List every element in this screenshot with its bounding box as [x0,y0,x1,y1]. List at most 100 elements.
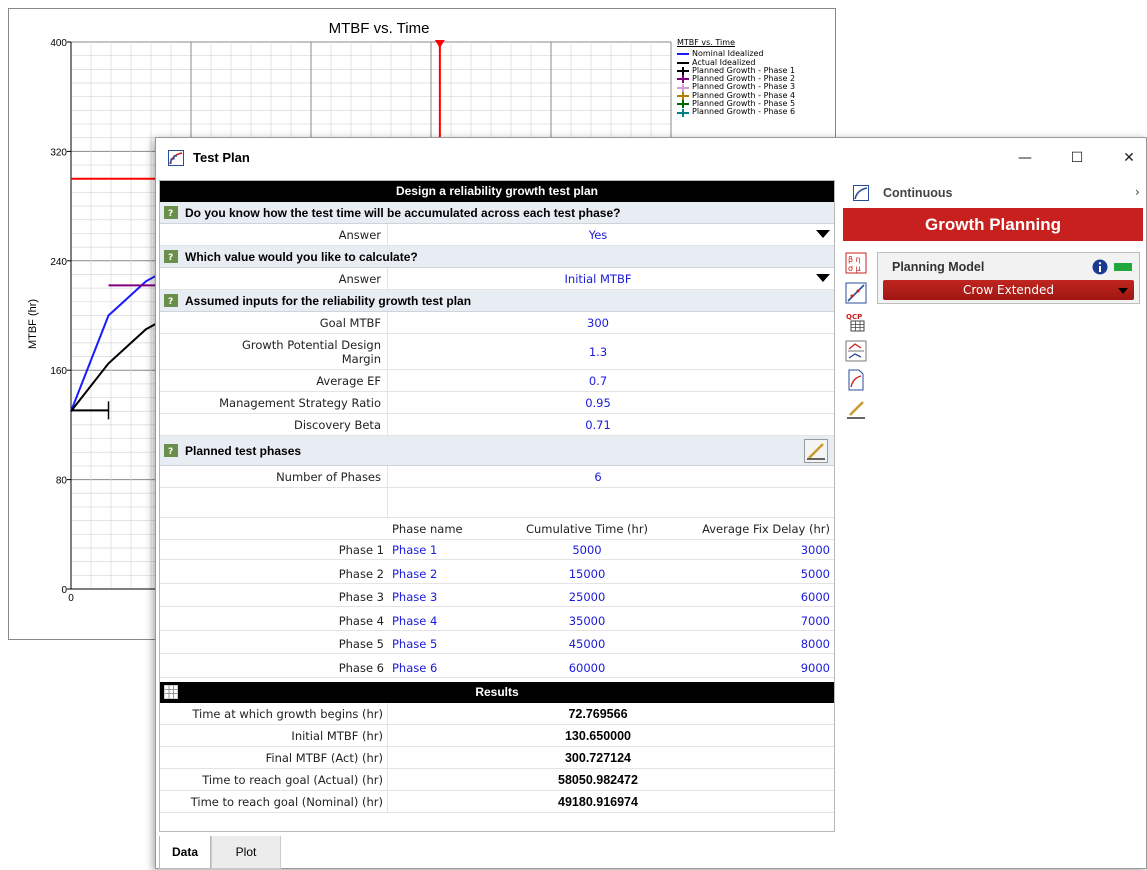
tab-data[interactable]: Data [159,836,211,869]
close-button[interactable]: ✕ [1112,146,1146,170]
result-value: 49180.916974 [558,794,638,809]
y-tick-label: 400 [50,38,67,49]
mode-header[interactable]: Continuous › [843,180,1143,208]
answer-label: Answer [160,268,388,289]
phase-name-cell[interactable]: Phase 6 [392,661,502,675]
chevron-down-icon[interactable] [1118,288,1128,294]
answer-test-time-select[interactable]: Yes [388,224,808,245]
y-tick-label: 80 [56,476,68,487]
grid-header: Design a reliability growth test plan [160,181,834,202]
fix-delay-cell[interactable]: 7000 [672,614,834,628]
planning-model-select[interactable]: Crow Extended [883,280,1134,300]
cumulative-time-cell[interactable]: 45000 [502,637,672,651]
growth-planning-banner: Growth Planning [843,208,1143,241]
legend-swatch [677,75,689,84]
result-label: Initial MTBF (hr) [160,725,388,746]
tab-plot[interactable]: Plot [211,836,281,869]
test-plan-grid: Design a reliability growth test plan ? … [159,180,835,832]
phase-row: Phase 4 Phase 4 35000 7000 [160,611,834,631]
section-help-icon: ? [164,206,178,219]
result-row: Time at which growth begins (hr) 72.76956… [160,703,834,725]
minimize-button[interactable]: — [1008,146,1042,170]
compare-plot-icon[interactable] [845,340,867,362]
y-tick-label: 320 [50,147,67,158]
phase-name-cell[interactable]: Phase 2 [392,567,502,581]
phase-name-cell[interactable]: Phase 4 [392,614,502,628]
qcp-icon[interactable]: QCP [845,311,867,333]
num-phases-row: Number of Phases 6 [160,466,834,488]
table-icon [164,685,178,699]
section-planned-phases[interactable]: ? Planned test phases [160,436,834,466]
marker-triangle [434,40,445,48]
phase-table-header: Phase name Cumulative Time (hr) Average … [160,518,834,540]
answer-calculate-select[interactable]: Initial MTBF [388,268,808,289]
chart-title: MTBF vs. Time [329,20,430,37]
svg-text:σ μ: σ μ [848,264,861,273]
input-row: Goal MTBF 300 [160,312,834,334]
maximize-button[interactable]: ☐ [1060,146,1094,170]
section-test-time[interactable]: ? Do you know how the test time will be … [160,202,834,224]
y-axis-label: MTBF (hr) [27,299,39,349]
result-label: Time at which growth begins (hr) [160,703,388,724]
fix-delay-cell[interactable]: 8000 [672,637,834,651]
cumulative-time-cell[interactable]: 5000 [502,543,672,557]
plot-icon[interactable] [845,282,867,304]
phase-row: Phase 1 Phase 1 5000 3000 [160,540,834,560]
input-row: Discovery Beta 0.71 [160,414,834,436]
edit-icon[interactable] [845,398,867,420]
phase-name-cell[interactable]: Phase 3 [392,590,502,604]
status-indicator [1114,263,1132,271]
input-value[interactable]: 300 [388,312,808,333]
result-value: 130.650000 [564,728,632,743]
dialog-titlebar[interactable]: Test Plan — ☐ ✕ [156,138,1146,178]
dialog-title: Test Plan [193,150,250,165]
fix-delay-cell[interactable]: 9000 [672,661,834,675]
fix-delay-cell[interactable]: 3000 [672,543,834,557]
dropdown-arrow-icon[interactable] [816,274,830,282]
legend-swatch [677,91,689,100]
section-help-icon: ? [164,294,178,307]
planning-model-label: Planning Model [892,260,985,274]
fix-delay-cell[interactable]: 6000 [672,590,834,604]
input-row: Growth Potential Design Margin 1.3 [160,334,834,370]
input-row: Management Strategy Ratio 0.95 [160,392,834,414]
parameters-icon[interactable]: β η σ μ [845,252,867,274]
input-value[interactable]: 0.71 [388,414,808,435]
edit-phases-icon[interactable] [804,439,828,463]
report-icon[interactable] [845,369,867,391]
cumulative-time-cell[interactable]: 60000 [502,661,672,675]
section-calculate[interactable]: ? Which value would you like to calculat… [160,246,834,268]
legend-title: MTBF vs. Time [677,38,735,47]
legend-swatch [677,53,689,56]
phase-name-cell[interactable]: Phase 1 [392,543,502,557]
phase-row-label: Phase 5 [338,637,384,652]
dropdown-arrow-icon[interactable] [816,230,830,238]
cumulative-time-cell[interactable]: 25000 [502,590,672,604]
cumulative-time-cell[interactable]: 35000 [502,614,672,628]
fix-delay-cell[interactable]: 5000 [672,567,834,581]
legend-swatch [677,108,689,117]
section-help-icon: ? [164,250,178,263]
input-value[interactable]: 1.3 [388,334,808,369]
input-value[interactable]: 0.95 [388,392,808,413]
svg-text:?: ? [168,253,173,263]
svg-text:?: ? [168,209,173,219]
section-assumed-inputs[interactable]: ? Assumed inputs for the reliability gro… [160,290,834,312]
input-value[interactable]: 0.7 [388,370,808,391]
num-phases-value[interactable]: 6 [388,466,808,487]
result-value: 58050.982472 [558,772,638,787]
phase-row-label: Phase 1 [338,543,384,557]
phase-name-cell[interactable]: Phase 5 [392,637,502,651]
phase-row: Phase 6 Phase 6 60000 9000 [160,658,834,678]
info-icon[interactable] [1092,259,1108,275]
answer-row-2: Answer Initial MTBF [160,268,834,290]
input-row: Average EF 0.7 [160,370,834,392]
legend-item: Planned Growth - Phase 6 [677,108,827,117]
phase-row-label: Phase 3 [338,590,384,605]
cumulative-time-cell[interactable]: 15000 [502,567,672,581]
mode-label: Continuous [883,186,953,200]
answer-label: Answer [160,224,388,245]
x-tick-label: 0 [68,593,74,604]
result-row: Time to reach goal (Actual) (hr) 58050.98… [160,769,834,791]
chevron-right-icon[interactable]: › [1135,185,1140,199]
